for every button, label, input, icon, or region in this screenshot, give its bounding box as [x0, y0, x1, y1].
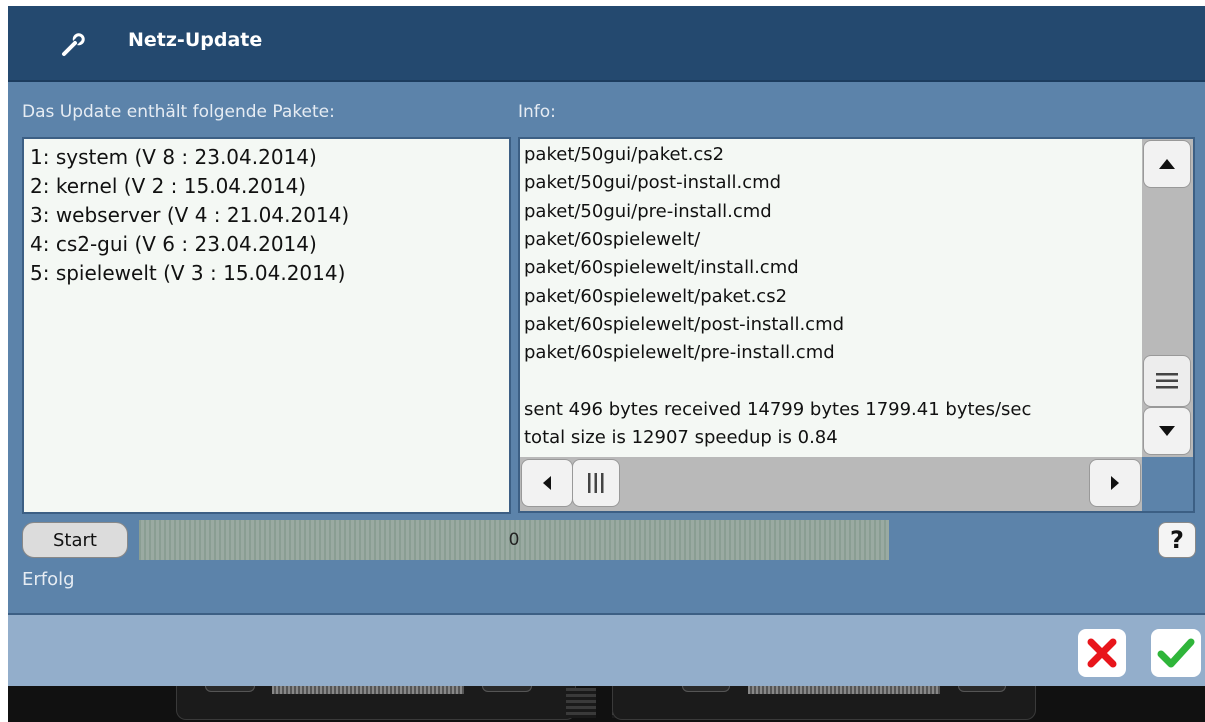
checkmark-icon — [1157, 638, 1195, 668]
scroll-corner — [1142, 457, 1193, 511]
info-line: paket/60spielewelt/install.cmd — [524, 257, 799, 278]
scroll-left-button[interactable] — [521, 459, 573, 507]
device-slot — [272, 686, 464, 694]
device-slot — [748, 686, 940, 694]
packages-label: Das Update enthält folgende Pakete: — [22, 102, 335, 122]
netz-update-dialog: Netz-Update Das Update enthält folgende … — [8, 6, 1205, 686]
info-log[interactable]: paket/50gui/paket.cs2 paket/50gui/post-i… — [518, 137, 1195, 513]
info-line: paket/50gui/paket.cs2 — [524, 144, 725, 165]
scroll-down-button[interactable] — [1143, 407, 1191, 455]
chevron-right-icon — [1111, 476, 1119, 490]
close-icon — [1087, 638, 1117, 668]
list-item[interactable]: 2: kernel (V 2 : 15.04.2014) — [30, 174, 306, 198]
info-line: paket/60spielewelt/ — [524, 229, 701, 250]
help-button[interactable]: ? — [1158, 522, 1196, 558]
grip-lines-icon — [1156, 373, 1178, 389]
info-label: Info: — [518, 102, 556, 122]
horizontal-scroll-thumb[interactable] — [572, 459, 620, 507]
device-vent — [566, 688, 596, 718]
ok-button[interactable] — [1151, 629, 1201, 677]
grip-bars-icon — [588, 473, 604, 493]
horizontal-scrollbar[interactable] — [520, 457, 1142, 511]
info-line: paket/60spielewelt/paket.cs2 — [524, 286, 788, 307]
device-knob — [482, 686, 532, 692]
cancel-button[interactable] — [1078, 629, 1126, 677]
progress-value: 0 — [508, 530, 520, 550]
package-list[interactable]: 1: system (V 8 : 23.04.2014) 2: kernel (… — [22, 137, 511, 514]
scroll-up-button[interactable] — [1143, 140, 1191, 188]
device-knob — [682, 686, 730, 692]
info-line: paket/50gui/pre-install.cmd — [524, 201, 772, 222]
list-item[interactable]: 4: cs2-gui (V 6 : 23.04.2014) — [30, 232, 317, 256]
info-line: paket/50gui/post-install.cmd — [524, 172, 782, 193]
footer-bar — [8, 613, 1205, 686]
scroll-right-button[interactable] — [1089, 459, 1141, 507]
info-text-area[interactable]: paket/50gui/paket.cs2 paket/50gui/post-i… — [524, 139, 1142, 457]
chevron-down-icon — [1159, 426, 1175, 436]
vertical-scroll-thumb[interactable] — [1143, 355, 1191, 407]
info-line: total size is 12907 speedup is 0.84 — [524, 427, 838, 448]
list-item[interactable]: 5: spielewelt (V 3 : 15.04.2014) — [30, 261, 345, 285]
wrench-icon — [60, 30, 88, 58]
progress-bar: 0 — [139, 520, 889, 560]
list-item[interactable]: 1: system (V 8 : 23.04.2014) — [30, 145, 317, 169]
start-button[interactable]: Start — [22, 522, 128, 558]
info-line: paket/60spielewelt/post-install.cmd — [524, 314, 845, 335]
chevron-left-icon — [543, 476, 551, 490]
titlebar: Netz-Update — [8, 6, 1205, 82]
window-title: Netz-Update — [128, 29, 263, 51]
info-line: paket/60spielewelt/pre-install.cmd — [524, 342, 835, 363]
vertical-scrollbar[interactable] — [1142, 139, 1193, 457]
device-knob — [205, 686, 255, 692]
device-knob — [958, 686, 1006, 692]
status-text: Erfolg — [22, 569, 75, 590]
chevron-up-icon — [1159, 159, 1175, 169]
list-item[interactable]: 3: webserver (V 4 : 21.04.2014) — [30, 203, 349, 227]
info-line: sent 496 bytes received 14799 bytes 1799… — [524, 399, 1032, 420]
